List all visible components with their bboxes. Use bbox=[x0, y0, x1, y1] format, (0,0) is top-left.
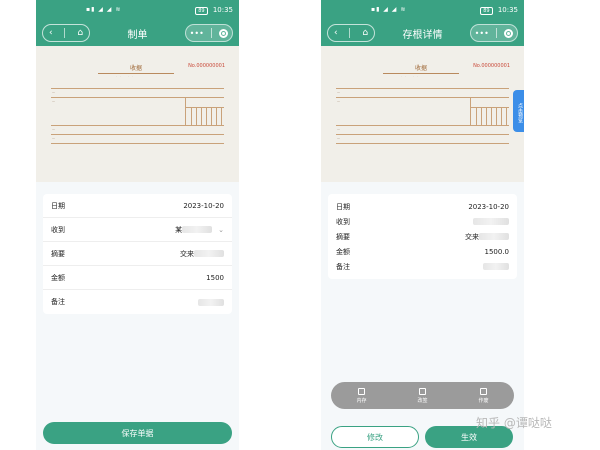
amount-grid bbox=[470, 97, 509, 125]
detail-remark: 备注 bbox=[328, 259, 517, 274]
field-summary[interactable]: 摘要 交来 bbox=[43, 242, 232, 266]
field-value: 1500 bbox=[206, 273, 224, 282]
field-value: 1500.0 bbox=[484, 247, 510, 256]
mini-program-capsule: ••• bbox=[185, 24, 233, 42]
signal-icon: ▪▮ ◢ ◢ ≋ bbox=[86, 6, 122, 13]
receipt-label: — bbox=[52, 127, 55, 131]
blurred-text bbox=[198, 298, 224, 306]
chevron-down-icon[interactable]: ⌄ bbox=[218, 226, 224, 234]
field-label: 金额 bbox=[336, 247, 350, 256]
form-card: 日期 2023-10-20 收到 某 ⌄ 摘要 交来 金额 1500 备注 bbox=[43, 194, 232, 314]
field-label: 收到 bbox=[51, 225, 65, 234]
receipt-preview: 收据 No.000000001 ·· ·· — — — — bbox=[36, 46, 239, 182]
receipt-title: 收据 bbox=[98, 63, 174, 74]
field-remark[interactable]: 备注 bbox=[43, 290, 232, 314]
detail-summary: 摘要 交来 bbox=[328, 229, 517, 244]
form-area: 日期 2023-10-20 收到 某 ⌄ 摘要 交来 金额 1500 备注 bbox=[36, 182, 239, 450]
receipt-title: 收据 bbox=[383, 63, 459, 74]
mini-program-capsule: ••• bbox=[470, 24, 518, 42]
receipt-label: — bbox=[337, 90, 340, 94]
receipt-line bbox=[51, 143, 224, 144]
receipt-line bbox=[51, 125, 224, 126]
action-void[interactable]: 作废 bbox=[478, 387, 489, 404]
field-value: 2023-10-20 bbox=[183, 201, 224, 210]
edit-doc-icon bbox=[357, 387, 365, 395]
receipt-label: — bbox=[337, 127, 340, 131]
receipt-number: No.000000001 bbox=[188, 63, 225, 69]
status-bar: ▪▮ ◢ ◢ ≋ 89 10:35 bbox=[36, 0, 239, 20]
blurred-text bbox=[182, 226, 213, 233]
save-button[interactable]: 保存单据 bbox=[43, 422, 232, 444]
battery-icon: 89 bbox=[480, 7, 493, 15]
field-value: 交来 bbox=[465, 232, 479, 241]
receipt-label: — bbox=[337, 136, 340, 140]
field-label: 日期 bbox=[51, 201, 65, 210]
field-label: 备注 bbox=[51, 298, 65, 306]
field-value: 2023-10-20 bbox=[468, 202, 509, 211]
field-value: 交来 bbox=[180, 249, 194, 258]
receipt-label: — bbox=[52, 99, 55, 103]
receipt-number: No.000000001 bbox=[473, 63, 510, 69]
pen-icon bbox=[418, 387, 426, 395]
action-resign[interactable]: 改签 bbox=[417, 387, 428, 404]
detail-date: 日期 2023-10-20 bbox=[328, 199, 517, 214]
receipt-line bbox=[336, 88, 509, 89]
nav-bar: ‹ ⌂ 存根详情 ••• bbox=[321, 20, 524, 46]
phone-screen-stub-detail: ▪▮ ◢ ◢ ≋ 89 10:35 ‹ ⌂ 存根详情 ••• 收据 No.000… bbox=[321, 0, 524, 450]
status-time: 10:35 bbox=[212, 6, 233, 14]
action-save-draft[interactable]: 内存 bbox=[356, 387, 367, 404]
receipt-label: — bbox=[52, 136, 55, 140]
action-label: 作废 bbox=[478, 397, 489, 404]
field-label: 日期 bbox=[336, 202, 350, 211]
field-date[interactable]: 日期 2023-10-20 bbox=[43, 194, 232, 218]
detail-amount: 金额 1500.0 bbox=[328, 244, 517, 259]
watermark: 知乎 @谭哒哒 bbox=[476, 416, 552, 430]
close-icon[interactable] bbox=[219, 28, 229, 38]
receipt-label: — bbox=[337, 99, 340, 103]
field-label: 备注 bbox=[336, 262, 350, 271]
status-time: 10:35 bbox=[497, 6, 518, 14]
action-label: 内存 bbox=[356, 397, 367, 404]
receipt-line bbox=[51, 88, 224, 89]
more-icon[interactable]: ••• bbox=[190, 29, 204, 38]
detail-payer: 收到 bbox=[328, 214, 517, 229]
field-payer[interactable]: 收到 某 ⌄ bbox=[43, 218, 232, 242]
status-bar: ▪▮ ◢ ◢ ≋ 89 10:35 bbox=[321, 0, 524, 20]
field-label: 收到 bbox=[336, 217, 350, 226]
blurred-text bbox=[473, 218, 509, 225]
detail-area: 日期 2023-10-20 收到 摘要 交来 金额 1500.0 备注 bbox=[321, 182, 524, 450]
field-amount[interactable]: 金额 1500 bbox=[43, 266, 232, 290]
receipt-line bbox=[336, 134, 509, 135]
close-icon[interactable] bbox=[504, 28, 514, 38]
field-label: 金额 bbox=[51, 273, 65, 282]
status-right: 89 10:35 bbox=[480, 6, 518, 15]
field-label: 摘要 bbox=[51, 249, 65, 258]
amount-grid bbox=[185, 97, 224, 125]
receipt-preview: 收据 No.000000001 ·· ·· — — — — 点击预览 bbox=[321, 46, 524, 182]
action-label: 改签 bbox=[417, 397, 428, 404]
nav-bar: ‹ ⌂ 制单 ••• bbox=[36, 20, 239, 46]
field-value: 某 bbox=[175, 225, 183, 234]
signal-icon: ▪▮ ◢ ◢ ≋ bbox=[371, 6, 407, 13]
detail-card: 日期 2023-10-20 收到 摘要 交来 金额 1500.0 备注 bbox=[328, 194, 517, 279]
status-right: 89 10:35 bbox=[195, 6, 233, 15]
receipt-label: — bbox=[52, 90, 55, 94]
blurred-text bbox=[479, 233, 509, 240]
battery-icon: 89 bbox=[195, 7, 208, 15]
field-label: 摘要 bbox=[336, 232, 350, 241]
edit-button[interactable]: 修改 bbox=[331, 426, 419, 448]
phone-screen-create: ▪▮ ◢ ◢ ≋ 89 10:35 ‹ ⌂ 制单 ••• 收据 No.00000… bbox=[36, 0, 239, 450]
action-bar: 内存 改签 作废 bbox=[331, 382, 514, 409]
preview-side-tab[interactable]: 点击预览 bbox=[513, 90, 524, 132]
blurred-text bbox=[483, 263, 509, 270]
more-icon[interactable]: ••• bbox=[475, 29, 489, 38]
receipt-line bbox=[336, 143, 509, 144]
blurred-text bbox=[194, 250, 224, 257]
receipt-line bbox=[336, 125, 509, 126]
document-icon bbox=[479, 387, 487, 395]
receipt-subline: ·· ·· bbox=[401, 74, 421, 78]
receipt-subline: ·· ·· bbox=[116, 74, 136, 78]
receipt-line bbox=[51, 134, 224, 135]
